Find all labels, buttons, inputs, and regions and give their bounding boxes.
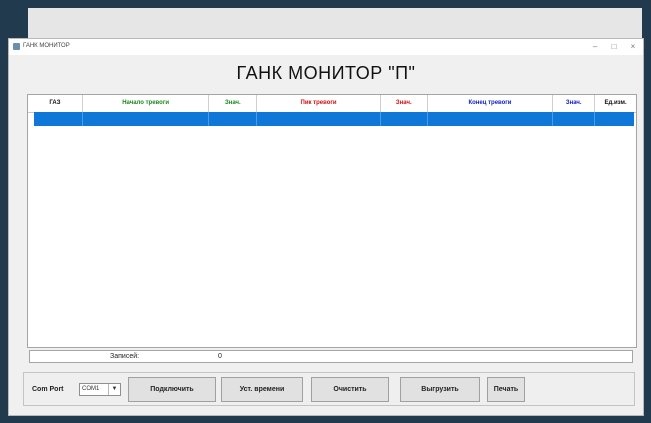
col-header-unit[interactable]: Ед.изм.: [595, 95, 636, 112]
records-status-bar: Записей: 0: [29, 350, 633, 363]
background-window-strip: [28, 8, 642, 38]
close-icon[interactable]: ×: [625, 41, 641, 53]
col-header-peak-value[interactable]: Знач.: [381, 95, 428, 112]
table-cell[interactable]: [595, 112, 634, 126]
chevron-down-icon[interactable]: ▼: [108, 384, 120, 395]
connect-button[interactable]: Подключить: [128, 377, 216, 402]
col-header-gas[interactable]: ГАЗ: [28, 95, 83, 112]
export-button[interactable]: Выгрузить: [400, 377, 480, 402]
col-header-end-value[interactable]: Знач.: [553, 95, 596, 112]
table-cell[interactable]: [209, 112, 258, 126]
page-title: ГАНК МОНИТОР "П": [236, 63, 416, 83]
table-header: ГАЗ Начало тревоги Знач. Пик тревоги Зна…: [28, 95, 636, 113]
table-cell[interactable]: [428, 112, 554, 126]
table-cell[interactable]: [257, 112, 381, 126]
col-header-alarm-start[interactable]: Начало тревоги: [83, 95, 210, 112]
com-port-value: COM1: [82, 386, 100, 392]
table-row-selected[interactable]: [34, 112, 634, 126]
minimize-icon[interactable]: –: [587, 41, 603, 53]
table-cell[interactable]: [381, 112, 428, 126]
app-icon: [13, 43, 20, 50]
set-time-button[interactable]: Уст. времени: [221, 377, 303, 402]
com-port-select[interactable]: COM1 ▼: [79, 383, 121, 396]
alarm-table[interactable]: ГАЗ Начало тревоги Знач. Пик тревоги Зна…: [27, 94, 637, 348]
table-cell[interactable]: [34, 112, 83, 126]
table-cell[interactable]: [553, 112, 596, 126]
bottom-toolbar: Com Port COM1 ▼ Подключить Уст. времени …: [23, 372, 635, 406]
window-title: ГАНК МОНИТОР: [23, 43, 70, 49]
col-header-alarm-end[interactable]: Конец тревоги: [428, 95, 554, 112]
records-count: 0: [218, 353, 222, 360]
maximize-icon[interactable]: □: [606, 41, 622, 53]
app-window: ГАНК МОНИТОР – □ × ГАНК МОНИТОР "П" ГАЗ …: [8, 38, 644, 416]
col-header-alarm-peak[interactable]: Пик тревоги: [257, 95, 381, 112]
col-header-start-value[interactable]: Знач.: [209, 95, 258, 112]
clear-button[interactable]: Очистить: [311, 377, 389, 402]
records-label: Записей:: [110, 353, 140, 360]
print-button[interactable]: Печать: [487, 377, 525, 402]
title-bar: ГАНК МОНИТОР – □ ×: [9, 39, 643, 55]
com-port-label: Com Port: [32, 386, 64, 393]
table-cell[interactable]: [83, 112, 210, 126]
